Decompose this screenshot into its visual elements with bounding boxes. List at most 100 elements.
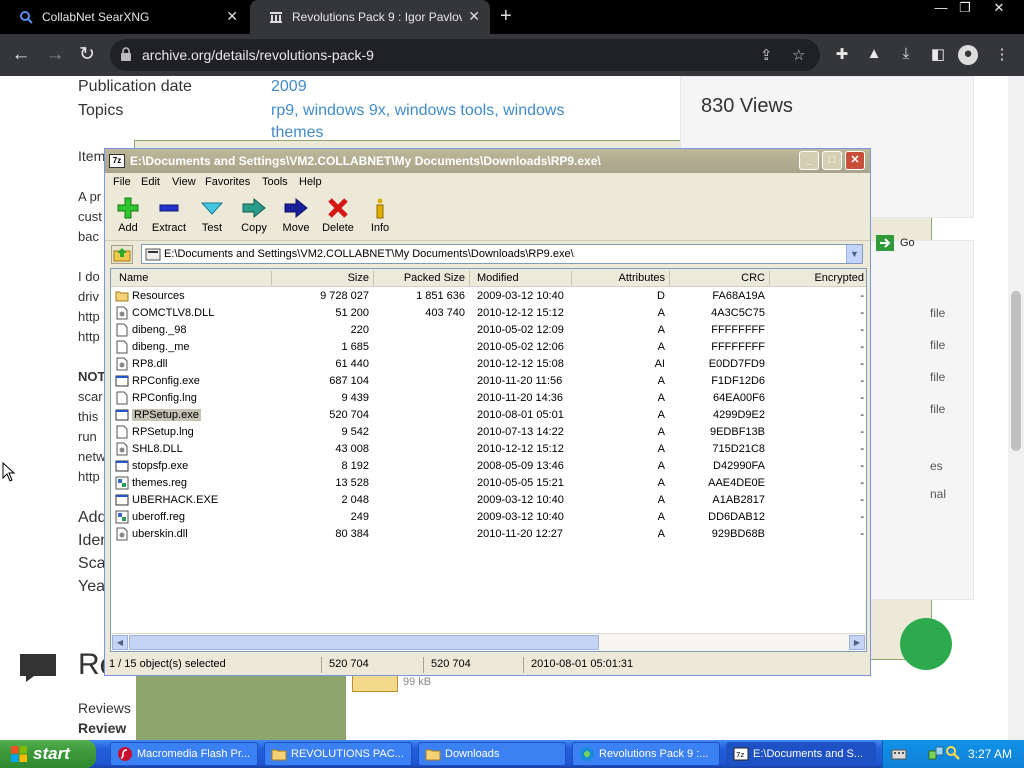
download-item-fragment[interactable]: nal bbox=[930, 487, 946, 501]
column-name[interactable]: Name bbox=[119, 272, 148, 284]
address-bar[interactable]: archive.org/details/revolutions-pack-9 ⇪… bbox=[110, 39, 820, 71]
close-tab-icon[interactable]: ✕ bbox=[226, 8, 238, 25]
column-crc[interactable]: CRC bbox=[669, 272, 765, 284]
topics-links-cont[interactable]: themes bbox=[271, 124, 323, 142]
close-window-icon[interactable]: ✕ bbox=[984, 0, 1014, 18]
column-attributes[interactable]: Attributes bbox=[571, 272, 665, 284]
file-row[interactable]: dibeng._98 220 2010-05-02 12:09 A FFFFFFFF - bbox=[111, 322, 866, 339]
search-tray-icon[interactable] bbox=[945, 745, 961, 761]
description-link-fragment[interactable]: http bbox=[78, 329, 100, 344]
extract-button[interactable]: Extract bbox=[147, 197, 191, 239]
publication-date-link[interactable]: 2009 bbox=[271, 78, 307, 96]
menu-tools[interactable]: Tools bbox=[262, 176, 288, 188]
extensions-icon[interactable]: ✚ bbox=[832, 45, 852, 65]
bookmark-star-icon[interactable]: ☆ bbox=[792, 46, 805, 64]
column-packed-size[interactable]: Packed Size bbox=[373, 272, 465, 284]
column-modified[interactable]: Modified bbox=[477, 272, 519, 284]
delete-button[interactable]: Delete bbox=[316, 197, 360, 239]
page-scrollbar[interactable] bbox=[1008, 76, 1024, 740]
new-tab-icon[interactable]: + bbox=[500, 6, 512, 26]
file-row[interactable]: Resources 9 728 027 1 851 636 2009-03-12 10… bbox=[111, 288, 866, 305]
topics-links[interactable]: rp9, windows 9x, windows tools, windows bbox=[271, 102, 564, 120]
file-attributes: A bbox=[657, 460, 665, 472]
file-row[interactable]: dibeng._me 1 685 2010-05-02 12:06 A FFFFFFFF… bbox=[111, 339, 866, 356]
task-downloads[interactable]: Downloads bbox=[418, 742, 566, 766]
horizontal-scrollbar[interactable]: ◀ ▶ bbox=[111, 633, 866, 651]
labs-icon[interactable]: ▲ bbox=[864, 45, 884, 65]
keyboard-icon[interactable] bbox=[891, 746, 907, 762]
menu-file[interactable]: File bbox=[113, 176, 131, 188]
green-action-button[interactable] bbox=[900, 618, 952, 670]
task-sevenzip[interactable]: 7z E:\Documents and S... bbox=[726, 742, 876, 766]
go-button[interactable]: Go bbox=[876, 234, 926, 252]
download-item-fragment[interactable]: file bbox=[930, 370, 945, 384]
tab-searxng[interactable]: CollabNet SearXNG ✕ bbox=[0, 0, 248, 34]
file-row[interactable]: RPConfig.lng 9 439 2010-11-20 14:36 A 64EA00… bbox=[111, 390, 866, 407]
chat-icon[interactable] bbox=[20, 654, 56, 682]
download-item-fragment[interactable]: file bbox=[930, 338, 945, 352]
menu-help[interactable]: Help bbox=[299, 176, 322, 188]
description-link-fragment[interactable]: http bbox=[78, 309, 100, 324]
file-row[interactable]: stopsfp.exe 8 192 2008-05-09 13:46 A D42990F… bbox=[111, 458, 866, 475]
description-link-fragment[interactable]: http bbox=[78, 469, 100, 484]
path-combobox[interactable]: E:\Documents and Settings\VM2.COLLABNET\… bbox=[141, 244, 863, 264]
file-row[interactable]: themes.reg 13 528 2010-05-05 15:21 A AAE4DE0… bbox=[111, 475, 866, 492]
folder-thumbnail-icon bbox=[352, 674, 398, 692]
file-attributes: A bbox=[657, 494, 665, 506]
maximize-icon[interactable]: □ bbox=[822, 151, 842, 170]
window-title: E:\Documents and Settings\VM2.COLLABNET\… bbox=[130, 154, 601, 168]
reload-icon[interactable]: ↻ bbox=[76, 44, 98, 66]
column-encrypted[interactable]: Encrypted bbox=[769, 272, 864, 284]
file-row[interactable]: UBERHACK.EXE 2 048 2009-03-12 10:40 A A1AB28… bbox=[111, 492, 866, 509]
menu-view[interactable]: View bbox=[172, 176, 196, 188]
info-button[interactable]: Info bbox=[358, 197, 402, 239]
column-size[interactable]: Size bbox=[271, 272, 369, 284]
up-folder-button[interactable] bbox=[111, 245, 133, 264]
close-tab-icon[interactable]: ✕ bbox=[468, 8, 480, 25]
horizontal-scroll-thumb[interactable] bbox=[129, 635, 599, 650]
scroll-right-icon[interactable]: ▶ bbox=[849, 635, 865, 650]
file-crc: FFFFFFFF bbox=[711, 341, 765, 353]
download-item-fragment[interactable]: file bbox=[930, 306, 945, 320]
tab-revolutions-pack[interactable]: Revolutions Pack 9 : Igor Pavlov : F ✕ bbox=[250, 0, 490, 34]
menu-edit[interactable]: Edit bbox=[141, 176, 160, 188]
network-icon[interactable] bbox=[927, 745, 945, 763]
file-crc: AAE4DE0E bbox=[708, 477, 765, 489]
folder-icon bbox=[425, 749, 441, 761]
menu-icon[interactable]: ⋮ bbox=[992, 45, 1012, 65]
file-row[interactable]: RPSetup.exe 520 704 2010-08-01 05:01 A 4299D… bbox=[111, 407, 866, 424]
move-button[interactable]: Move bbox=[274, 197, 318, 239]
file-row[interactable]: SHL8.DLL 43 008 2010-12-12 15:12 A 715D21C8 - bbox=[111, 441, 866, 458]
chevron-down-icon[interactable]: ▼ bbox=[846, 245, 862, 263]
copy-button[interactable]: Copy bbox=[232, 197, 276, 239]
back-icon[interactable]: ← bbox=[10, 44, 32, 66]
side-panel-icon[interactable]: ◧ bbox=[928, 45, 948, 65]
file-row[interactable]: RP8.dll 61 440 2010-12-12 15:08 AI E0DD7FD9 - bbox=[111, 356, 866, 373]
download-item-fragment[interactable]: es bbox=[930, 459, 943, 473]
restore-icon[interactable]: ❐ bbox=[950, 0, 980, 18]
download-icon[interactable]: ⤓ bbox=[896, 45, 916, 65]
file-row[interactable]: uberoff.reg 249 2009-03-12 10:40 A DD6DAB12 - bbox=[111, 509, 866, 526]
task-revolutions-folder[interactable]: REVOLUTIONS PAC... bbox=[264, 742, 412, 766]
window-titlebar[interactable]: 7z E:\Documents and Settings\VM2.COLLABN… bbox=[105, 149, 870, 173]
go-arrow-icon bbox=[876, 235, 894, 251]
profile-avatar-icon[interactable]: ● bbox=[958, 45, 978, 65]
delete-x-icon bbox=[328, 198, 348, 218]
minimize-icon[interactable]: _ bbox=[799, 151, 819, 170]
share-icon[interactable]: ⇪ bbox=[760, 46, 773, 64]
file-row[interactable]: COMCTLV8.DLL 51 200 403 740 2010-12-12 15:1… bbox=[111, 305, 866, 322]
page-scroll-thumb[interactable] bbox=[1011, 291, 1021, 451]
add-button[interactable]: Add bbox=[106, 197, 150, 239]
file-row[interactable]: RPConfig.exe 687 104 2010-11-20 11:56 A F1DF… bbox=[111, 373, 866, 390]
file-row[interactable]: RPSetup.lng 9 542 2010-07-13 14:22 A 9EDBF13… bbox=[111, 424, 866, 441]
scroll-left-icon[interactable]: ◀ bbox=[112, 635, 128, 650]
task-flash[interactable]: Macromedia Flash Pr... bbox=[110, 742, 258, 766]
task-browser[interactable]: Revolutions Pack 9 :... bbox=[572, 742, 720, 766]
download-item-fragment[interactable]: file bbox=[930, 402, 945, 416]
menu-favorites[interactable]: Favorites bbox=[205, 176, 250, 188]
forward-icon[interactable]: → bbox=[44, 44, 66, 66]
start-button[interactable]: start bbox=[0, 740, 96, 768]
file-row[interactable]: uberskin.dll 80 384 2010-11-20 12:27 A 929BD… bbox=[111, 526, 866, 543]
close-icon[interactable]: ✕ bbox=[845, 151, 865, 170]
test-button[interactable]: Test bbox=[190, 197, 234, 239]
